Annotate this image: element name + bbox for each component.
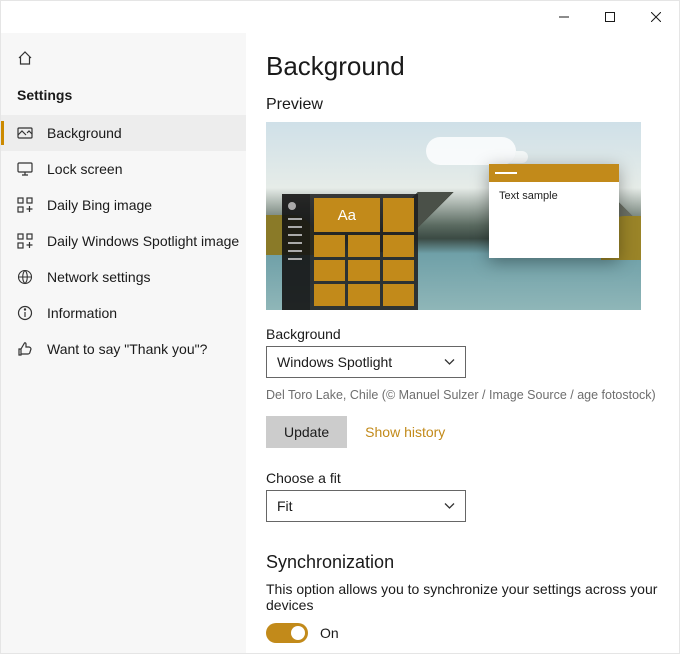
background-label: Background: [266, 326, 659, 342]
info-icon: [17, 305, 33, 321]
chevron-down-icon: [444, 498, 455, 514]
sidebar-item-lock-screen[interactable]: Lock screen: [1, 151, 246, 187]
sidebar-item-network[interactable]: Network settings: [1, 259, 246, 295]
maximize-button[interactable]: [587, 1, 633, 33]
sidebar-item-daily-bing[interactable]: Daily Bing image: [1, 187, 246, 223]
fit-dropdown[interactable]: Fit: [266, 490, 466, 522]
home-button[interactable]: [1, 39, 246, 77]
preview-window-text: Text sample: [489, 182, 619, 210]
sidebar-item-thank-you[interactable]: Want to say "Thank you"?: [1, 331, 246, 367]
image-credit: Del Toro Lake, Chile (© Manuel Sulzer / …: [266, 388, 659, 402]
sidebar-item-label: Daily Bing image: [47, 197, 152, 213]
page-title: Background: [266, 51, 659, 82]
close-button[interactable]: [633, 1, 679, 33]
fit-label: Choose a fit: [266, 470, 659, 486]
sidebar: Settings Background Lock screen Daily Bi…: [1, 33, 246, 653]
thumbs-up-icon: [17, 341, 33, 357]
content: Background Preview Aa: [246, 33, 679, 653]
preview-tile-text: Aa: [314, 198, 380, 232]
update-button[interactable]: Update: [266, 416, 347, 448]
globe-icon: [17, 269, 33, 285]
apps-icon: [17, 233, 33, 249]
show-history-link[interactable]: Show history: [365, 424, 445, 440]
monitor-icon: [17, 161, 33, 177]
preview-image: Aa Text sample: [266, 122, 641, 310]
sidebar-item-information[interactable]: Information: [1, 295, 246, 331]
sidebar-item-label: Information: [47, 305, 117, 321]
sidebar-item-label: Network settings: [47, 269, 150, 285]
home-icon: [17, 50, 33, 66]
chevron-down-icon: [444, 354, 455, 370]
sidebar-item-daily-spotlight[interactable]: Daily Windows Spotlight image: [1, 223, 246, 259]
minimize-button[interactable]: [541, 1, 587, 33]
preview-sample-window: Text sample: [489, 164, 619, 258]
sidebar-item-label: Lock screen: [47, 161, 122, 177]
picture-icon: [17, 125, 33, 141]
preview-label: Preview: [266, 96, 659, 114]
sync-state-label: On: [320, 625, 339, 641]
sync-title: Synchronization: [266, 552, 659, 573]
apps-icon: [17, 197, 33, 213]
fit-selected: Fit: [277, 498, 293, 514]
preview-start-menu: Aa: [282, 194, 418, 310]
sidebar-item-label: Want to say "Thank you"?: [47, 341, 207, 357]
background-dropdown[interactable]: Windows Spotlight: [266, 346, 466, 378]
sync-toggle[interactable]: [266, 623, 308, 643]
background-selected: Windows Spotlight: [277, 354, 392, 370]
sidebar-item-background[interactable]: Background: [1, 115, 246, 151]
sync-description: This option allows you to synchronize yo…: [266, 581, 659, 613]
sidebar-header: Settings: [1, 77, 246, 115]
sidebar-item-label: Background: [47, 125, 122, 141]
sidebar-item-label: Daily Windows Spotlight image: [47, 233, 239, 249]
